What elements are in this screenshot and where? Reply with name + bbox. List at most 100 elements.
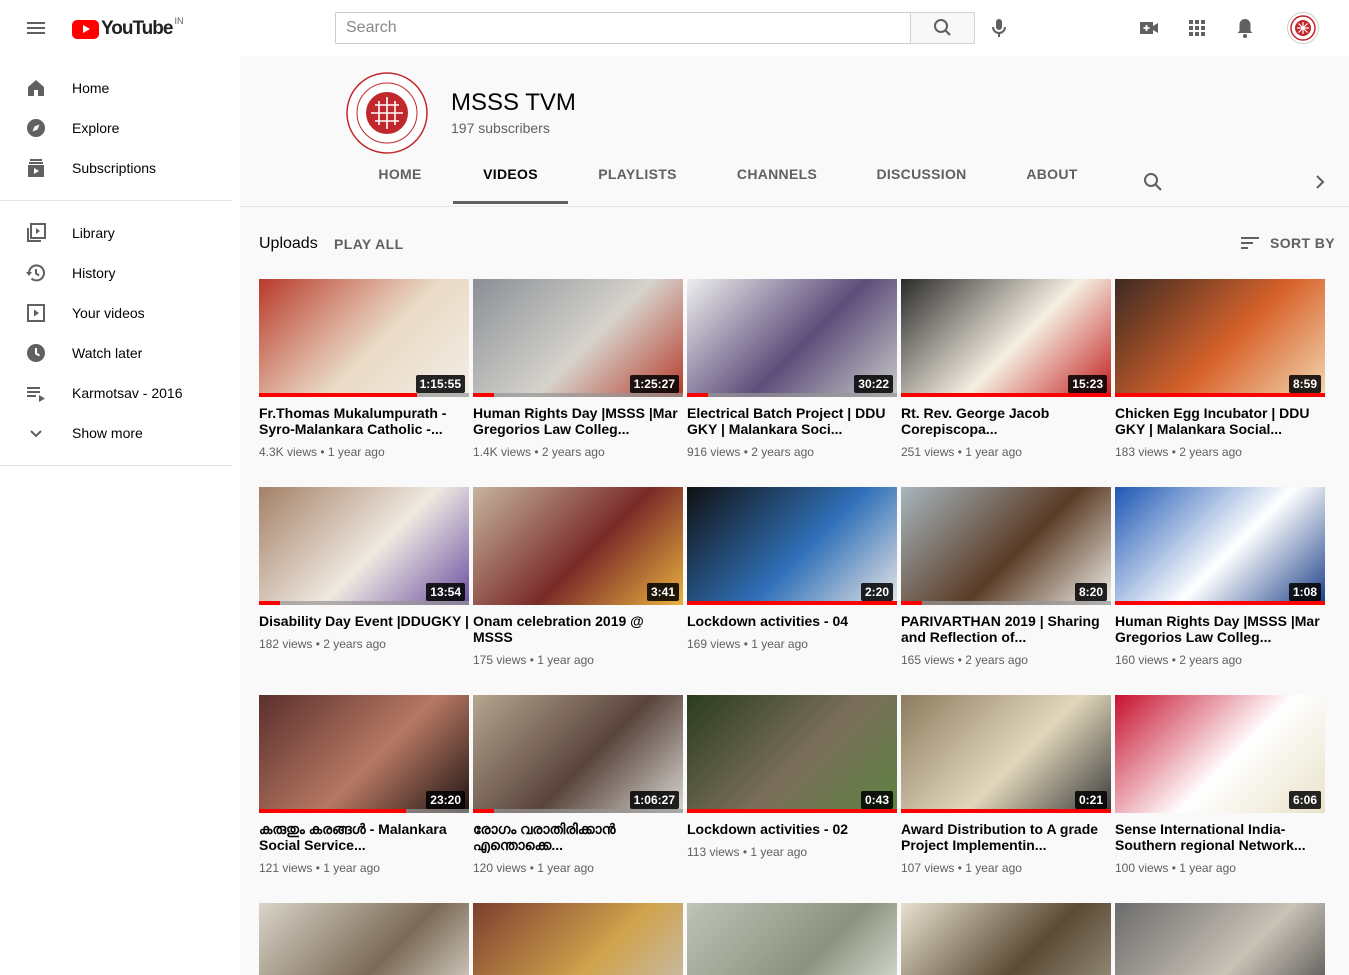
- video-card[interactable]: 0:43 Lockdown activities - 02 113 views • …: [687, 695, 897, 859]
- video-title[interactable]: Lockdown activities - 04: [687, 613, 897, 629]
- sidebar-item-subscriptions[interactable]: Subscriptions: [0, 148, 240, 188]
- video-thumbnail[interactable]: 1:25:27: [473, 279, 683, 397]
- video-title[interactable]: PARIVARTHAN 2019 | Sharing and Reflectio…: [901, 613, 1111, 645]
- video-card[interactable]: 1:08 Human Rights Day |MSSS |Mar Gregorio…: [1115, 487, 1325, 667]
- video-thumbnail[interactable]: [901, 903, 1111, 975]
- video-duration: 8:20: [1074, 583, 1107, 601]
- video-thumbnail[interactable]: 3:41: [473, 487, 683, 605]
- video-thumbnail[interactable]: 1:08: [1115, 487, 1325, 605]
- video-title[interactable]: Disability Day Event |DDUGKY |: [259, 613, 469, 629]
- sidebar-item-library[interactable]: Library: [0, 213, 240, 253]
- video-card[interactable]: [473, 903, 683, 975]
- video-card[interactable]: 1:06:27 രോഗം വരാതിരിക്കാൻ എന്തൊക്കെ... 120…: [473, 695, 683, 875]
- video-thumbnail[interactable]: [473, 903, 683, 975]
- video-card[interactable]: 15:23 Rt. Rev. George Jacob Corepiscopa..…: [901, 279, 1111, 459]
- video-title[interactable]: Sense International India- Southern regi…: [1115, 821, 1325, 853]
- video-thumbnail[interactable]: 2:20: [687, 487, 897, 605]
- tab-home[interactable]: HOME: [378, 166, 421, 204]
- microphone-icon[interactable]: [987, 16, 1011, 40]
- sidebar-item-explore[interactable]: Explore: [0, 108, 240, 148]
- video-title[interactable]: Human Rights Day |MSSS |Mar Gregorios La…: [1115, 613, 1325, 645]
- sidebar-item-watch-later[interactable]: Watch later: [0, 333, 240, 373]
- meta-separator: •: [954, 445, 966, 459]
- subscriptions-icon: [28, 159, 44, 177]
- video-thumbnail[interactable]: 15:23: [901, 279, 1111, 397]
- sort-by-button[interactable]: SORT BY: [1240, 233, 1335, 253]
- video-thumbnail[interactable]: 1:06:27: [473, 695, 683, 813]
- video-title[interactable]: Lockdown activities - 02: [687, 821, 897, 837]
- hamburger-menu-icon[interactable]: [24, 16, 48, 40]
- tab-about[interactable]: ABOUT: [1026, 166, 1077, 204]
- video-card[interactable]: 6:06 Sense International India- Southern …: [1115, 695, 1325, 875]
- video-card[interactable]: 13:54 Disability Day Event |DDUGKY | 182 v…: [259, 487, 469, 651]
- channel-search-icon[interactable]: [1141, 170, 1165, 194]
- video-duration: 1:15:55: [415, 375, 465, 393]
- tab-discussion[interactable]: DISCUSSION: [876, 166, 966, 204]
- video-card[interactable]: 1:15:55 Fr.Thomas Mukalumpurath - Syro-Ma…: [259, 279, 469, 459]
- video-card[interactable]: 2:20 Lockdown activities - 04 169 views • …: [687, 487, 897, 651]
- apps-grid-icon[interactable]: [1185, 16, 1209, 40]
- video-thumbnail[interactable]: 30:22: [687, 279, 897, 397]
- account-avatar[interactable]: [1287, 12, 1319, 44]
- upload-age: 1 year ago: [965, 445, 1022, 459]
- channel-avatar[interactable]: [346, 72, 428, 154]
- video-card[interactable]: 8:59 Chicken Egg Incubator | DDU GKY | Ma…: [1115, 279, 1325, 459]
- notifications-bell-icon[interactable]: [1233, 16, 1257, 40]
- video-thumbnail[interactable]: 1:15:55: [259, 279, 469, 397]
- video-metadata: 916 views • 2 years ago: [687, 445, 897, 459]
- video-title[interactable]: Fr.Thomas Mukalumpurath - Syro-Malankara…: [259, 405, 469, 437]
- watch-progress-bar: [259, 809, 469, 813]
- search-input[interactable]: [335, 12, 911, 44]
- video-card[interactable]: [259, 903, 469, 975]
- video-card[interactable]: 1:25:27 Human Rights Day |MSSS |Mar Grego…: [473, 279, 683, 459]
- video-title[interactable]: Rt. Rev. George Jacob Corepiscopa...: [901, 405, 1111, 437]
- tab-playlists[interactable]: PLAYLISTS: [598, 166, 676, 204]
- video-card[interactable]: [687, 903, 897, 975]
- video-card[interactable]: 0:21 Award Distribution to A grade Projec…: [901, 695, 1111, 875]
- tab-videos[interactable]: VIDEOS: [453, 166, 568, 204]
- sidebar-item-label: Explore: [72, 120, 120, 136]
- youtube-logo[interactable]: YouTube IN: [72, 16, 183, 40]
- sidebar-show-more[interactable]: Show more: [0, 413, 240, 453]
- video-thumbnail[interactable]: [1115, 903, 1325, 975]
- video-title[interactable]: Onam celebration 2019 @ MSSS: [473, 613, 683, 645]
- sidebar-item-home[interactable]: Home: [0, 68, 240, 108]
- video-thumbnail[interactable]: 23:20: [259, 695, 469, 813]
- watch-progress-bar: [259, 393, 469, 397]
- video-title[interactable]: Award Distribution to A grade Project Im…: [901, 821, 1111, 853]
- video-thumbnail[interactable]: 8:59: [1115, 279, 1325, 397]
- chevron-down-icon: [30, 430, 42, 438]
- search-button[interactable]: [910, 12, 975, 44]
- view-count: 1.4K views: [473, 445, 532, 459]
- video-thumbnail[interactable]: 8:20: [901, 487, 1111, 605]
- sidebar-item-playlist[interactable]: Karmotsav - 2016: [0, 373, 240, 413]
- sidebar-item-history[interactable]: History: [0, 253, 240, 293]
- sidebar-item-your-videos[interactable]: Your videos: [0, 293, 240, 333]
- video-thumbnail[interactable]: 6:06: [1115, 695, 1325, 813]
- video-title[interactable]: Human Rights Day |MSSS |Mar Gregorios La…: [473, 405, 683, 437]
- video-thumbnail[interactable]: [259, 903, 469, 975]
- video-metadata: 120 views • 1 year ago: [473, 861, 683, 875]
- video-title[interactable]: Chicken Egg Incubator | DDU GKY | Malank…: [1115, 405, 1325, 437]
- video-card[interactable]: 3:41 Onam celebration 2019 @ MSSS 175 view…: [473, 487, 683, 667]
- video-thumbnail[interactable]: 0:43: [687, 695, 897, 813]
- video-card[interactable]: 23:20 കരുതും കരങ്ങൾ - Malankara Social Se…: [259, 695, 469, 875]
- chevron-right-icon[interactable]: [1310, 172, 1330, 192]
- view-count: 100 views: [1115, 861, 1169, 875]
- video-duration: 13:54: [426, 583, 465, 601]
- video-thumbnail[interactable]: [687, 903, 897, 975]
- masthead: YouTube IN: [0, 0, 1349, 56]
- video-card[interactable]: [901, 903, 1111, 975]
- video-card[interactable]: [1115, 903, 1325, 975]
- channel-name: MSSS TVM: [451, 89, 576, 116]
- video-title[interactable]: Electrical Batch Project | DDU GKY | Mal…: [687, 405, 897, 437]
- video-thumbnail[interactable]: 13:54: [259, 487, 469, 605]
- video-card[interactable]: 8:20 PARIVARTHAN 2019 | Sharing and Refle…: [901, 487, 1111, 667]
- tab-channels[interactable]: CHANNELS: [737, 166, 817, 204]
- video-title[interactable]: രോഗം വരാതിരിക്കാൻ എന്തൊക്കെ...: [473, 821, 683, 853]
- create-video-icon[interactable]: [1137, 16, 1161, 40]
- video-card[interactable]: 30:22 Electrical Batch Project | DDU GKY …: [687, 279, 897, 459]
- video-title[interactable]: കരുതും കരങ്ങൾ - Malankara Social Service…: [259, 821, 469, 853]
- play-all-button[interactable]: PLAY ALL: [334, 236, 404, 252]
- video-thumbnail[interactable]: 0:21: [901, 695, 1111, 813]
